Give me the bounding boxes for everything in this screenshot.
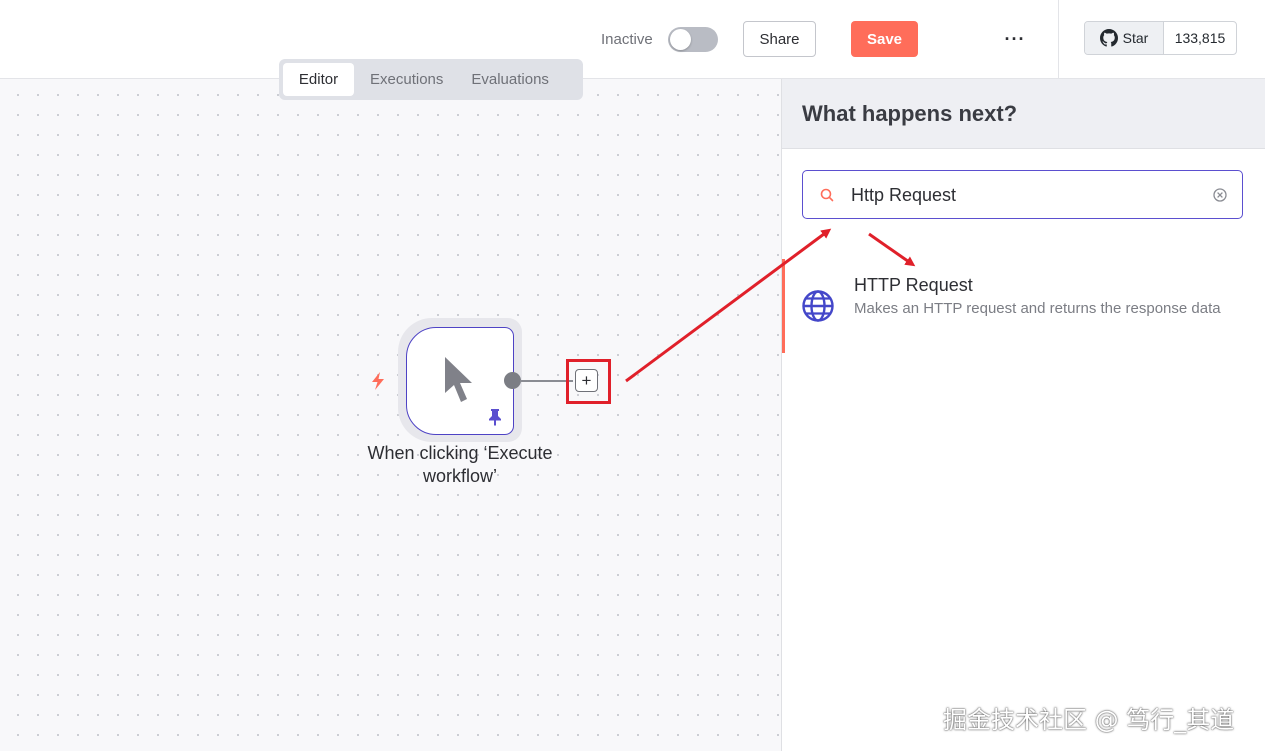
search-value: Http Request bbox=[851, 185, 957, 205]
github-icon bbox=[1099, 29, 1118, 47]
globe-icon bbox=[802, 290, 834, 322]
clear-search-icon[interactable] bbox=[1212, 187, 1228, 203]
node-label: When clicking ‘Execute workflow’ bbox=[367, 443, 553, 486]
lightning-bolt-icon bbox=[372, 372, 384, 390]
toggle-knob bbox=[670, 29, 691, 50]
cursor-icon bbox=[445, 357, 472, 402]
workflow-canvas[interactable] bbox=[0, 79, 781, 751]
view-tabs: Editor Executions Evaluations bbox=[279, 59, 583, 100]
panel-title: What happens next? bbox=[802, 101, 1018, 126]
active-toggle[interactable] bbox=[668, 27, 718, 52]
node-search-input[interactable]: Http Request bbox=[802, 170, 1243, 219]
top-header: Inactive Share Save ··· Star 133,815 bbox=[0, 0, 1265, 79]
panel-header: What happens next? bbox=[782, 79, 1265, 149]
annotation-highlight-box bbox=[566, 359, 611, 404]
more-options-button[interactable]: ··· bbox=[1001, 26, 1029, 52]
github-star-label: Star bbox=[1122, 30, 1149, 46]
result-description: Makes an HTTP request and returns the re… bbox=[854, 300, 1221, 317]
watermark: 掘金技术社区 @ 笃行_其道 bbox=[943, 706, 1235, 734]
github-star-count[interactable]: 133,815 bbox=[1164, 22, 1236, 54]
node-creator-panel: What happens next? Http Request HTTP Req… bbox=[781, 79, 1265, 751]
tab-executions[interactable]: Executions bbox=[358, 63, 455, 96]
search-icon bbox=[820, 188, 834, 202]
pin-icon bbox=[489, 409, 501, 426]
tab-evaluations[interactable]: Evaluations bbox=[459, 63, 561, 96]
node-output-handle[interactable] bbox=[504, 372, 521, 389]
header-divider bbox=[1058, 0, 1059, 79]
share-button[interactable]: Share bbox=[743, 21, 816, 57]
tab-editor[interactable]: Editor bbox=[283, 63, 354, 96]
result-title: HTTP Request bbox=[854, 275, 973, 295]
save-button[interactable]: Save bbox=[851, 21, 918, 57]
active-status-label: Inactive bbox=[601, 31, 653, 48]
github-star-button[interactable]: Star bbox=[1085, 22, 1164, 54]
github-star-widget: Star 133,815 bbox=[1084, 21, 1237, 55]
result-active-bar bbox=[782, 259, 785, 353]
